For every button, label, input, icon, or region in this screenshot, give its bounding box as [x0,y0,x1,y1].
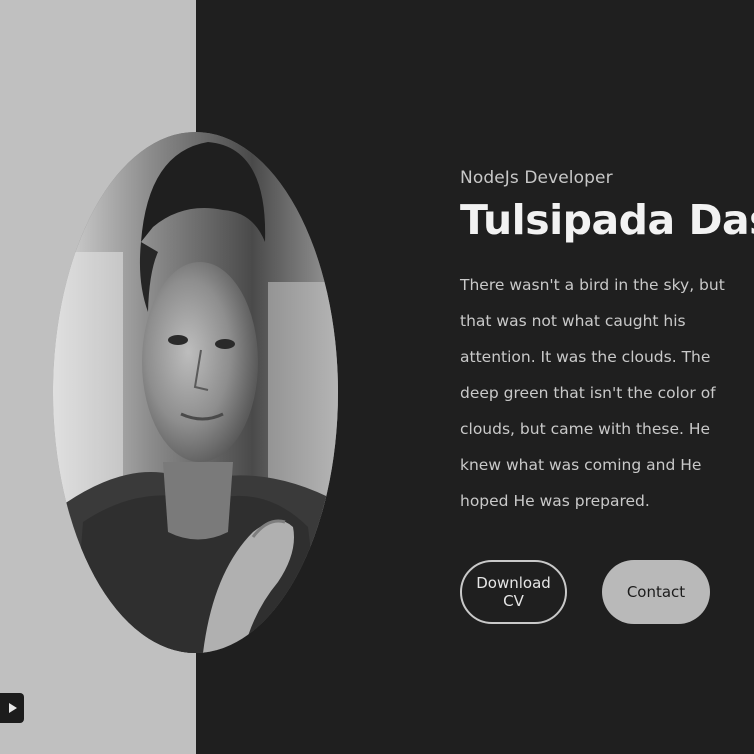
hero-intro: NodeJs Developer Tulsipada Das There was… [460,168,754,519]
profile-photo [53,132,338,653]
play-icon [9,703,17,713]
contact-button[interactable]: Contact [602,560,710,624]
play-button[interactable] [0,693,24,723]
person-name: Tulsipada Das [460,196,754,244]
profile-photo-illustration [53,132,338,653]
job-title: NodeJs Developer [460,168,613,188]
bio-text: There wasn't a bird in the sky, but that… [460,276,725,511]
download-cv-button[interactable]: Download CV [460,560,567,624]
